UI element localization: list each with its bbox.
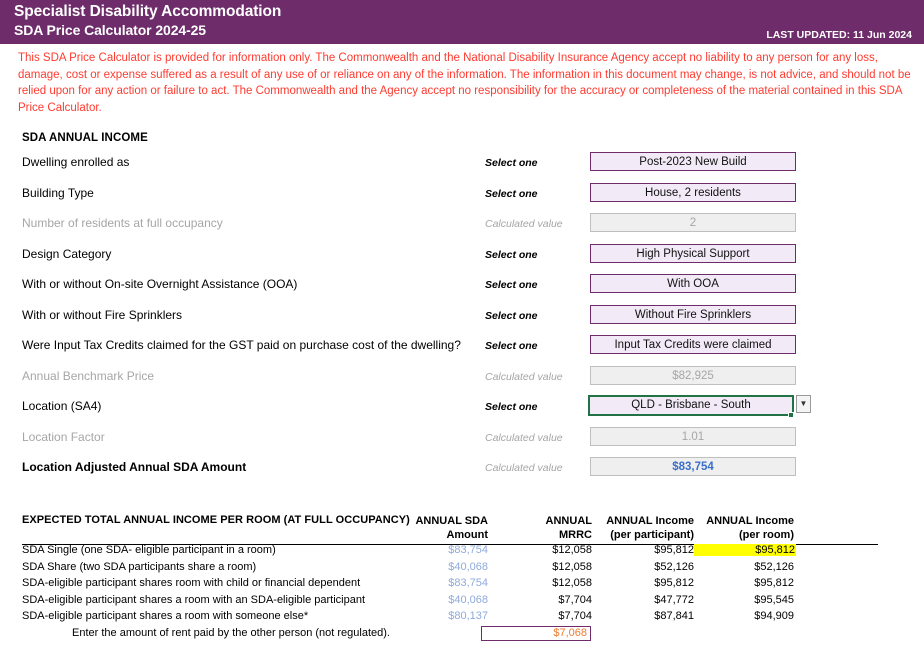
- field-label-location-sa4: Location (SA4): [22, 399, 101, 413]
- form-row: Location Factor Calculated value 1.01: [0, 426, 924, 457]
- form-row: Were Input Tax Credits claimed for the G…: [0, 334, 924, 365]
- column-header-annual-income-per-room: ANNUAL Income (per room): [694, 514, 794, 542]
- column-header-annual-income-per-participant: ANNUAL Income (per participant): [592, 514, 694, 542]
- last-updated-label: LAST UPDATED: 11 Jun 2024: [766, 29, 912, 41]
- app-title-primary: Specialist Disability Accommodation: [14, 2, 924, 21]
- form-row: Location Adjusted Annual SDA Amount Calc…: [0, 456, 924, 487]
- field-hint-annual-benchmark-price: Calculated value: [485, 371, 563, 383]
- form-row: Location (SA4) Select one QLD - Brisbane…: [0, 395, 924, 426]
- field-value-location-factor: 1.01: [590, 427, 796, 446]
- field-label-design-category: Design Category: [22, 247, 111, 261]
- table-row-rent-input: Enter the amount of rent paid by the oth…: [0, 626, 924, 646]
- cell-income-per-room: $95,545: [694, 594, 794, 606]
- field-value-building-type[interactable]: House, 2 residents: [590, 183, 796, 202]
- form-row: Building Type Select one House, 2 reside…: [0, 182, 924, 213]
- field-hint-dwelling-enrolled-as: Select one: [485, 157, 538, 169]
- chevron-down-icon[interactable]: ▼: [796, 395, 811, 413]
- field-hint-input-tax-credits: Select one: [485, 340, 538, 352]
- table-row: SDA-eligible participant shares a room w…: [0, 609, 924, 626]
- cell-income-per-participant: $87,841: [592, 610, 694, 622]
- cell-income-per-participant: $47,772: [592, 594, 694, 606]
- field-value-dwelling-enrolled-as[interactable]: Post-2023 New Build: [590, 152, 796, 171]
- table-row: SDA-eligible participant shares room wit…: [0, 576, 924, 593]
- row-label: SDA Single (one SDA- eligible participan…: [22, 544, 276, 556]
- rent-input-label: Enter the amount of rent paid by the oth…: [72, 627, 390, 639]
- table-row: SDA Share (two SDA participants share a …: [0, 560, 924, 577]
- cell-income-per-room: $95,812: [694, 544, 796, 556]
- field-hint-building-type: Select one: [485, 188, 538, 200]
- cell-annual-sda-amount: $80,137: [388, 610, 488, 622]
- field-hint-design-category: Select one: [485, 249, 538, 261]
- row-label: SDA Share (two SDA participants share a …: [22, 561, 256, 573]
- field-label-number-of-residents: Number of residents at full occupancy: [22, 216, 223, 230]
- column-header-annual-mrrc: ANNUAL MRRC: [498, 514, 592, 542]
- app-header-banner: Specialist Disability Accommodation SDA …: [0, 0, 924, 44]
- sda-annual-income-form: Dwelling enrolled as Select one Post-202…: [0, 151, 924, 487]
- field-hint-number-of-residents: Calculated value: [485, 218, 563, 230]
- section-title-sda-annual-income: SDA ANNUAL INCOME: [22, 132, 924, 144]
- form-row: With or without Fire Sprinklers Select o…: [0, 304, 924, 335]
- cell-annual-sda-amount: $40,068: [388, 561, 488, 573]
- field-hint-location-factor: Calculated value: [485, 432, 563, 444]
- cell-annual-mrrc: $7,704: [498, 594, 592, 606]
- field-value-annual-benchmark-price: $82,925: [590, 366, 796, 385]
- field-value-design-category[interactable]: High Physical Support: [590, 244, 796, 263]
- field-value-fire-sprinklers[interactable]: Without Fire Sprinklers: [590, 305, 796, 324]
- field-label-location-factor: Location Factor: [22, 430, 105, 444]
- table-row: SDA Single (one SDA- eligible participan…: [0, 543, 924, 560]
- table-header: EXPECTED TOTAL ANNUAL INCOME PER ROOM (A…: [0, 505, 924, 543]
- rent-amount-input[interactable]: $7,068: [481, 626, 591, 641]
- form-row: With or without On-site Overnight Assist…: [0, 273, 924, 304]
- cell-annual-mrrc: $12,058: [498, 577, 592, 589]
- field-value-location-adjusted-amount: $83,754: [590, 457, 796, 476]
- field-value-number-of-residents: 2: [590, 213, 796, 232]
- field-value-ooa[interactable]: With OOA: [590, 274, 796, 293]
- field-label-annual-benchmark-price: Annual Benchmark Price: [22, 369, 154, 383]
- row-label: SDA-eligible participant shares a room w…: [22, 610, 308, 622]
- field-label-location-adjusted-amount: Location Adjusted Annual SDA Amount: [22, 460, 246, 474]
- field-label-fire-sprinklers: With or without Fire Sprinklers: [22, 308, 182, 322]
- cell-annual-mrrc: $7,704: [498, 610, 592, 622]
- form-row: Number of residents at full occupancy Ca…: [0, 212, 924, 243]
- field-value-location-sa4[interactable]: QLD - Brisbane - South: [588, 395, 794, 416]
- field-label-input-tax-credits: Were Input Tax Credits claimed for the G…: [22, 338, 461, 352]
- expected-income-table: EXPECTED TOTAL ANNUAL INCOME PER ROOM (A…: [0, 505, 924, 646]
- field-label-building-type: Building Type: [22, 186, 94, 200]
- cell-annual-sda-amount: $83,754: [388, 577, 488, 589]
- field-hint-location-sa4: Select one: [485, 401, 538, 413]
- cell-annual-mrrc: $12,058: [498, 561, 592, 573]
- location-sa4-cell[interactable]: QLD - Brisbane - South ▼: [588, 395, 798, 418]
- table-title: EXPECTED TOTAL ANNUAL INCOME PER ROOM (A…: [22, 514, 410, 526]
- cell-income-per-participant: $95,812: [592, 544, 694, 556]
- cell-income-per-room: $52,126: [694, 561, 794, 573]
- cell-income-per-participant: $52,126: [592, 561, 694, 573]
- form-row: Design Category Select one High Physical…: [0, 243, 924, 274]
- field-value-input-tax-credits[interactable]: Input Tax Credits were claimed: [590, 335, 796, 354]
- field-label-dwelling-enrolled-as: Dwelling enrolled as: [22, 155, 129, 169]
- field-hint-ooa: Select one: [485, 279, 538, 291]
- column-header-annual-sda-amount: ANNUAL SDA Amount: [388, 514, 488, 542]
- cell-annual-sda-amount: $40,068: [388, 594, 488, 606]
- cell-annual-mrrc: $12,058: [498, 544, 592, 556]
- cell-income-per-room: $95,812: [694, 577, 794, 589]
- cell-income-per-room: $94,909: [694, 610, 794, 622]
- disclaimer-text: This SDA Price Calculator is provided fo…: [0, 44, 924, 120]
- cell-fill-handle[interactable]: [788, 412, 794, 418]
- field-hint-location-adjusted-amount: Calculated value: [485, 462, 563, 474]
- form-row: Dwelling enrolled as Select one Post-202…: [0, 151, 924, 182]
- table-row: SDA-eligible participant shares a room w…: [0, 593, 924, 610]
- field-hint-fire-sprinklers: Select one: [485, 310, 538, 322]
- row-label: SDA-eligible participant shares a room w…: [22, 594, 365, 606]
- row-label: SDA-eligible participant shares room wit…: [22, 577, 360, 589]
- field-label-ooa: With or without On-site Overnight Assist…: [22, 277, 297, 291]
- cell-annual-sda-amount: $83,754: [388, 544, 488, 556]
- cell-income-per-participant: $95,812: [592, 577, 694, 589]
- form-row: Annual Benchmark Price Calculated value …: [0, 365, 924, 396]
